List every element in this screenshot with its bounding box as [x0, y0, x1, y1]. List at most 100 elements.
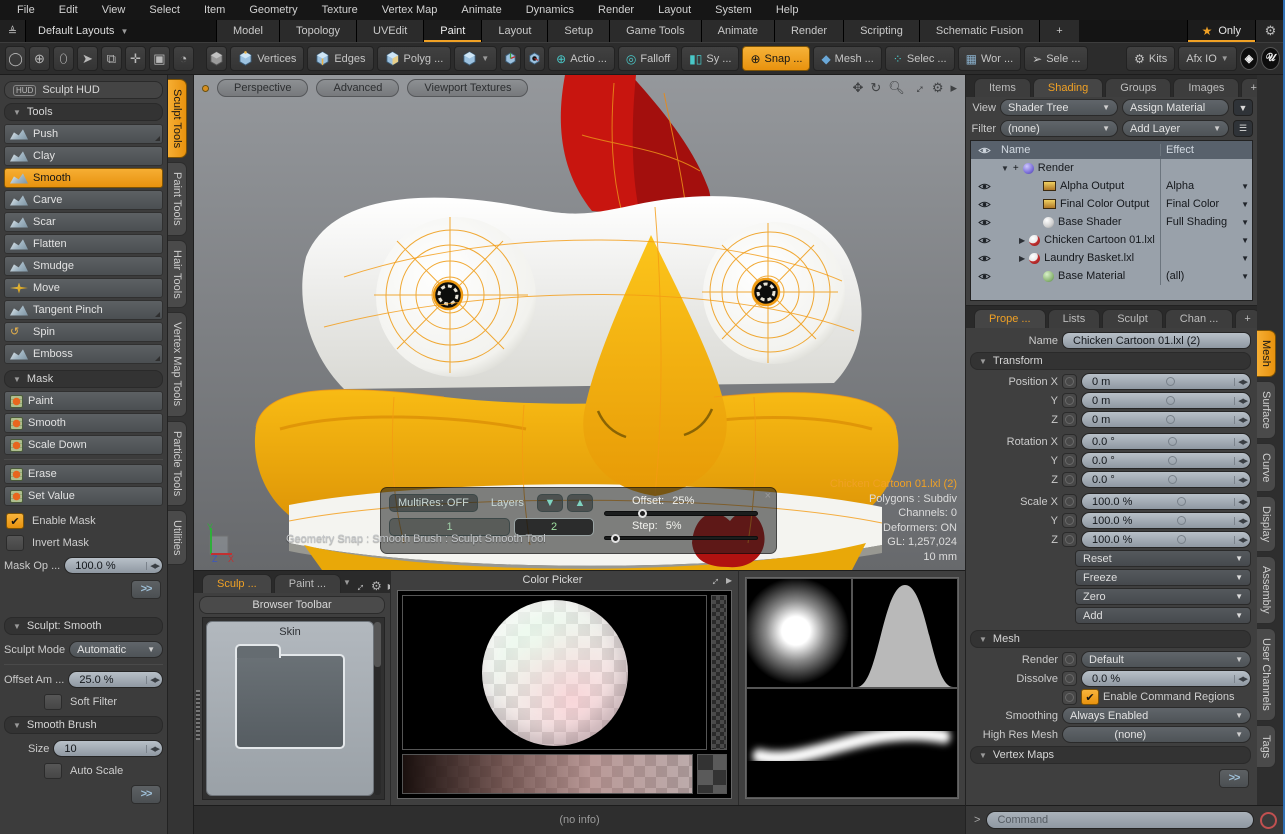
chevron-down-icon[interactable]: ▼ — [1241, 236, 1249, 245]
channel-dot-button[interactable] — [1062, 690, 1077, 705]
gear-icon[interactable]: ⚙ — [932, 80, 944, 96]
3d-viewport[interactable]: Perspective Advanced Viewport Textures ✥… — [194, 75, 965, 570]
spinner-icon[interactable]: ◀▶ — [1234, 397, 1247, 405]
afx-io-dropdown[interactable]: Afx IO▼ — [1178, 46, 1236, 71]
layer-down-button[interactable]: ▼ — [537, 494, 563, 512]
dissolve-field[interactable]: 0.0 %◀▶ — [1081, 670, 1251, 687]
item-name-field[interactable]: Chicken Cartoon 01.lxl (2) — [1062, 332, 1251, 349]
scale-z-field[interactable]: 100.0 %◀▶ — [1081, 531, 1251, 548]
tab-sculpt[interactable]: Sculpt — [1102, 309, 1163, 328]
tools-section-header[interactable]: ▼Tools — [4, 103, 163, 121]
tab-render[interactable]: Render — [774, 20, 843, 42]
mask-paint-button[interactable]: Paint — [4, 391, 163, 411]
spinner-icon[interactable]: ◀▶ — [1234, 536, 1247, 544]
tab-sculpt-browser[interactable]: Sculp ... — [202, 574, 272, 593]
tab-mesh[interactable]: Mesh — [1257, 330, 1276, 377]
chevron-down-icon[interactable]: ▼ — [1241, 218, 1249, 227]
action-center-cube-icon[interactable] — [500, 46, 521, 71]
scale-y-field[interactable]: 100.0 %◀▶ — [1081, 512, 1251, 529]
menu-layout[interactable]: Layout — [647, 2, 702, 18]
menu-edit[interactable]: Edit — [48, 2, 89, 18]
mesh-section-header[interactable]: ▼Mesh — [970, 630, 1251, 648]
menu-view[interactable]: View — [91, 2, 137, 18]
zoom-icon[interactable]: 🔍︎ — [888, 80, 905, 96]
mask-more-button[interactable]: >> — [131, 580, 161, 599]
tab-curve[interactable]: Curve — [1257, 443, 1276, 492]
brush-size-field[interactable]: 10◀▶ — [53, 740, 163, 757]
visibility-toggle[interactable] — [971, 182, 997, 191]
tool-carve[interactable]: Carve — [4, 190, 163, 210]
panel-arrow-icon[interactable]: ▸ — [950, 80, 957, 96]
spinner-icon[interactable]: ◀▶ — [1234, 517, 1247, 525]
offset-amount-field[interactable]: 25.0 %◀▶ — [68, 671, 163, 688]
menu-select[interactable]: Select — [138, 2, 191, 18]
spinner-icon[interactable]: ◀▶ — [1234, 476, 1247, 484]
tab-topology[interactable]: Topology — [279, 20, 356, 42]
gear-icon[interactable]: ⚙ — [1255, 20, 1285, 42]
menu-help[interactable]: Help — [765, 2, 810, 18]
tab-properties[interactable]: Prope ... — [974, 309, 1046, 328]
enable-mask-checkbox[interactable] — [6, 513, 24, 529]
render-dropdown[interactable]: Default▼ — [1081, 651, 1251, 668]
menu-animate[interactable]: Animate — [450, 2, 512, 18]
enable-command-regions-checkbox[interactable] — [1081, 689, 1099, 705]
unity-icon[interactable]: ◈ — [1240, 47, 1259, 70]
channel-dot-button[interactable] — [1062, 393, 1077, 408]
column-name[interactable]: Name — [997, 144, 1160, 156]
select-through-button[interactable]: ➢Sele ... — [1024, 46, 1088, 71]
gear-icon[interactable]: ⚙ — [371, 579, 382, 593]
tab-paint[interactable]: Paint — [423, 20, 481, 42]
menu-vertex-map[interactable]: Vertex Map — [371, 2, 449, 18]
transform-tool-icon[interactable]: ➤ — [77, 46, 98, 71]
tab-scripting[interactable]: Scripting — [843, 20, 919, 42]
tab-setup[interactable]: Setup — [547, 20, 609, 42]
ellipse-primitive-icon[interactable]: ◯ — [5, 46, 26, 71]
menu-item[interactable]: Item — [193, 2, 236, 18]
visibility-toggle[interactable] — [971, 254, 997, 263]
selection-set-button[interactable]: ⁘Selec ... — [885, 46, 955, 71]
mask-scale-down-button[interactable]: Scale Down — [4, 435, 163, 455]
tree-row-alpha-output[interactable]: Alpha Output Alpha▼ — [971, 177, 1252, 195]
brush-falloff-curve[interactable] — [852, 578, 958, 688]
orbit-icon[interactable]: ↻ — [870, 80, 881, 96]
channel-dot-button[interactable] — [1062, 434, 1077, 449]
snap-button[interactable]: ⊕Snap ... — [742, 46, 810, 71]
item-mode-dropdown[interactable]: ▼ — [454, 46, 497, 71]
layout-switcher[interactable]: Default Layouts ▼ — [26, 20, 216, 42]
brush-tip-preview[interactable] — [746, 578, 852, 688]
sculpt-smooth-header[interactable]: ▼Sculpt: Smooth — [4, 617, 163, 635]
browser-toolbar-button[interactable]: Browser Toolbar — [199, 596, 385, 614]
viewport-state-dot-icon[interactable] — [202, 85, 209, 92]
pan-icon[interactable]: ✥ — [852, 80, 863, 96]
visibility-toggle[interactable] — [971, 218, 997, 227]
command-input[interactable] — [986, 811, 1254, 829]
tool-push[interactable]: Push — [4, 124, 163, 144]
tab-surface[interactable]: Surface — [1257, 381, 1276, 439]
expand-triangle-icon[interactable]: ▼ — [1001, 164, 1009, 173]
mesh-constraint-button[interactable]: ◆Mesh ... — [813, 46, 881, 71]
tree-row-render[interactable]: ▼+Render — [971, 159, 1252, 177]
smooth-brush-header[interactable]: ▼Smooth Brush — [4, 716, 163, 734]
rotation-z-field[interactable]: 0.0 °◀▶ — [1081, 471, 1251, 488]
assign-material-dropdown[interactable]: Assign Material — [1122, 99, 1229, 116]
drag-handle[interactable] — [196, 690, 200, 740]
chevron-down-icon[interactable]: ▼ — [1241, 200, 1249, 209]
brush-more-button[interactable]: >> — [131, 785, 161, 804]
tab-display[interactable]: Display — [1257, 496, 1276, 552]
brush-stroke-preview[interactable] — [746, 688, 958, 798]
layer-list-icon[interactable]: ☰ — [1233, 120, 1253, 137]
channel-dot-button[interactable] — [1062, 453, 1077, 468]
channel-dot-button[interactable] — [1062, 532, 1077, 547]
hud-close-icon[interactable]: × — [765, 490, 771, 502]
step-slider[interactable] — [604, 536, 758, 541]
visibility-toggle[interactable] — [971, 236, 997, 245]
menu-geometry[interactable]: Geometry — [238, 2, 308, 18]
step-slider-knob[interactable] — [611, 534, 620, 543]
tab-animate[interactable]: Animate — [701, 20, 774, 42]
tree-row-final-color-output[interactable]: Final Color Output Final Color▼ — [971, 195, 1252, 213]
tool-smooth[interactable]: Smooth — [4, 168, 163, 188]
visibility-toggle[interactable] — [971, 272, 997, 281]
tree-row-chicken-cartoon[interactable]: ▶Chicken Cartoon 01.lxl ▼ — [971, 231, 1252, 249]
spinner-icon[interactable]: ◀▶ — [146, 562, 159, 570]
tool-move[interactable]: Move — [4, 278, 163, 298]
